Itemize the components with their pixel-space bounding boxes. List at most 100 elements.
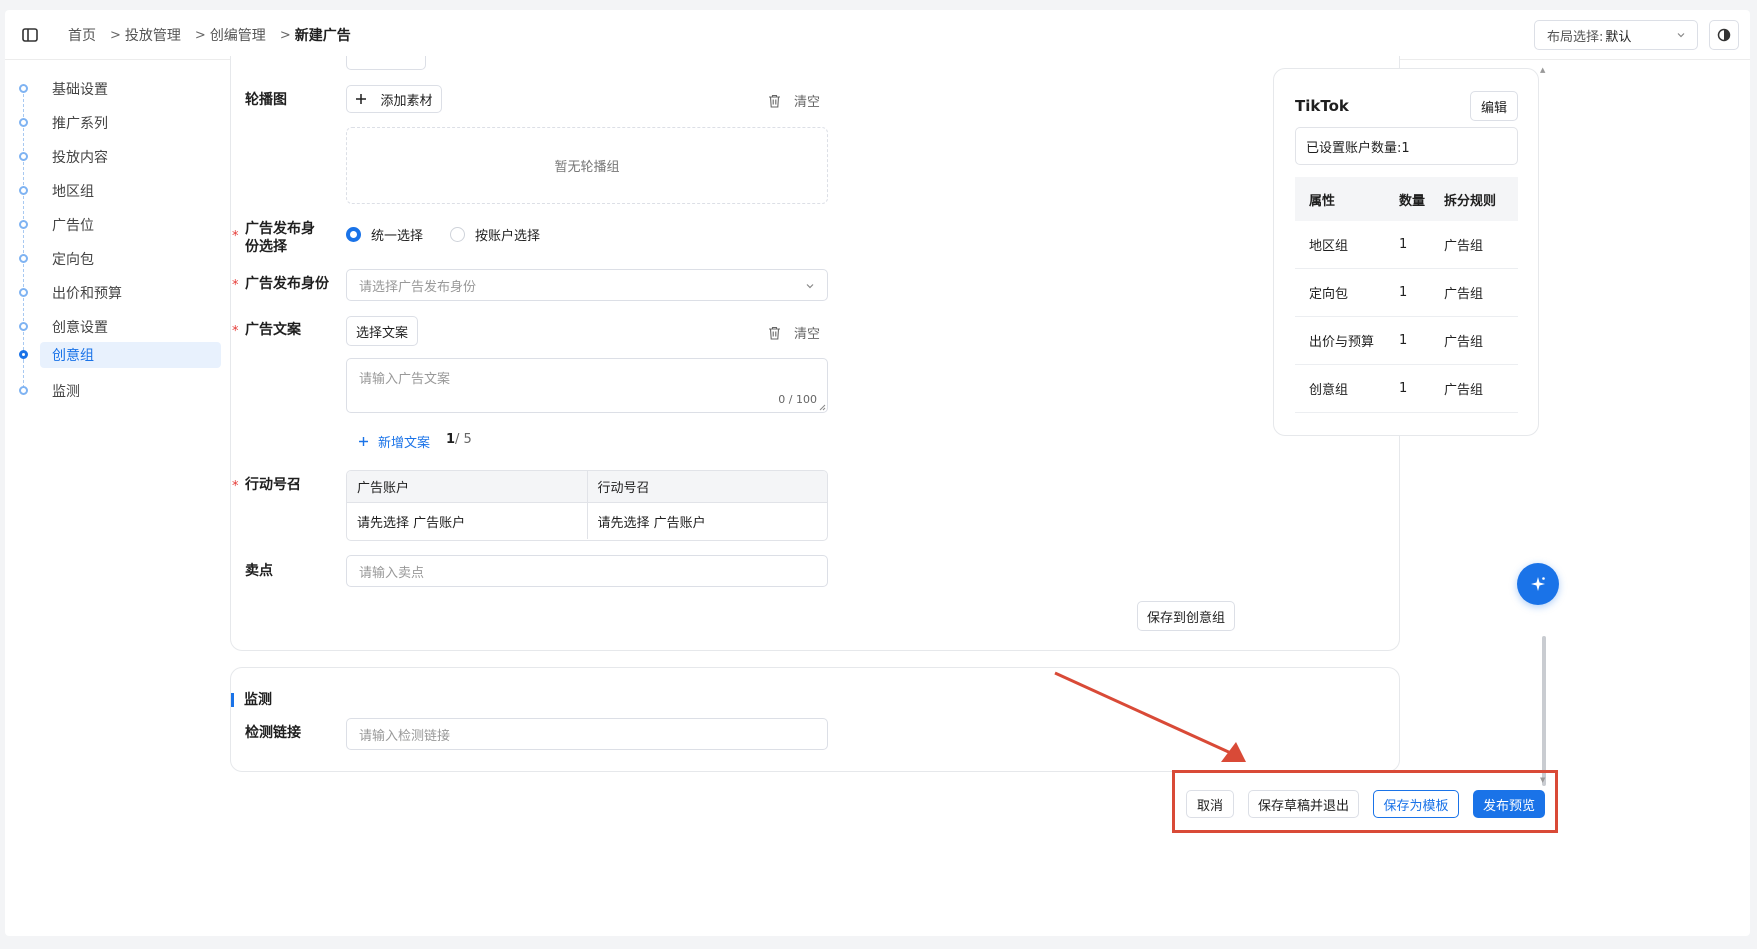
radio-per-account[interactable]: 按账户选择 (450, 225, 540, 244)
step-label: 广告位 (52, 218, 94, 234)
table-cell: 地区组 (1309, 239, 1349, 254)
required-mark: * (232, 324, 239, 339)
sidebar-toggle-icon[interactable] (21, 26, 39, 44)
table-cell: 1 (1399, 333, 1408, 348)
table-row: 地区组 1 广告组 (1295, 221, 1518, 269)
scroll-up-icon[interactable]: ▲ (1540, 66, 1545, 74)
identity-placeholder: 请选择广告发布身份 (359, 279, 477, 295)
table-cell: 广告组 (1444, 287, 1484, 302)
step-label: 创意设置 (52, 320, 108, 336)
step-basic[interactable]: 基础设置 (16, 70, 221, 122)
monitor-link-label: 检测链接 (245, 725, 301, 741)
step-creative-settings[interactable]: 创意设置 (16, 308, 221, 360)
radio-label: 按账户选择 (475, 229, 541, 244)
step-bidding[interactable]: 出价和预算 (16, 274, 221, 326)
table-row: 创意组 1 广告组 (1295, 365, 1518, 413)
step-targeting[interactable]: 定向包 (16, 240, 221, 292)
table-cell: 创意组 (1309, 383, 1349, 398)
save-draft-button[interactable]: 保存草稿并退出 (1248, 790, 1359, 818)
table-cell: 广告组 (1444, 335, 1484, 350)
step-creative-group[interactable]: 创意组 (19, 342, 221, 388)
step-placement[interactable]: 广告位 (16, 206, 221, 258)
step-dot (19, 84, 28, 93)
resize-grip-icon[interactable] (819, 404, 826, 411)
radio-unified[interactable]: 统一选择 (346, 225, 423, 244)
step-campaign[interactable]: 推广系列 (16, 104, 221, 156)
copy-label: 广告文案 (245, 322, 301, 338)
carousel-label: 轮播图 (245, 92, 287, 108)
step-label: 地区组 (52, 184, 94, 200)
table-header: 广告账户 行动号召 (347, 471, 827, 503)
account-summary-card: TikTok 编辑 已设置账户数量:1 属性 数量 拆分规则 地区组 1 广告组… (1273, 68, 1539, 436)
step-dot (19, 118, 28, 127)
step-label: 推广系列 (52, 116, 108, 132)
radio-dot (346, 227, 361, 242)
table-row: 定向包 1 广告组 (1295, 269, 1518, 317)
app: 首页 > 投放管理 > 创编管理 > 新建广告 布局选择: 默认 基础设置 推广… (0, 0, 1757, 949)
add-copy-label: 新增文案 (378, 436, 431, 451)
step-dot (19, 220, 28, 229)
selling-point-input[interactable]: 请输入卖点 (346, 555, 828, 587)
theme-toggle-button[interactable] (1709, 20, 1739, 50)
table-cell: 请先选择 广告账户 (357, 515, 466, 531)
plus-icon (359, 437, 368, 446)
copy-page-current: 1 (446, 432, 456, 447)
select-copy-button[interactable]: 选择文案 (346, 316, 418, 346)
sparkle-icon (1531, 577, 1545, 591)
step-label: 基础设置 (52, 82, 108, 98)
monitor-link-input[interactable]: 请输入检测链接 (346, 718, 828, 750)
table-cell: 1 (1399, 381, 1408, 396)
monitor-title: 监测 (231, 693, 272, 707)
selling-point-placeholder: 请输入卖点 (359, 565, 425, 581)
step-dot (19, 322, 28, 331)
header: 首页 > 投放管理 > 创编管理 > 新建广告 布局选择: 默认 (5, 10, 1750, 60)
column-header: 数量 (1399, 193, 1426, 209)
breadcrumb-separator: > (279, 27, 291, 43)
breadcrumb-creation[interactable]: 创编管理 (210, 25, 266, 45)
breadcrumb-separator: > (194, 27, 206, 43)
identity-mode-label: 广告发布身份选择 (245, 221, 315, 255)
annotation-arrow (1054, 671, 1246, 762)
layout-select[interactable]: 布局选择: 默认 (1534, 20, 1698, 50)
identity-select[interactable]: 请选择广告发布身份 (346, 269, 828, 301)
ai-assistant-button[interactable] (1517, 563, 1559, 605)
table-cell: 1 (1399, 285, 1408, 300)
trash-icon (769, 94, 780, 108)
split-rules-table: 属性 数量 拆分规则 地区组 1 广告组 定向包 1 广告组 出价与预算 1 广… (1295, 177, 1518, 413)
column-header: 广告账户 (357, 481, 410, 496)
copy-page-total: / 5 (455, 432, 472, 447)
step-region[interactable]: 地区组 (16, 172, 221, 224)
chevron-down-icon (806, 284, 814, 289)
copy-textarea[interactable]: 请输入广告文案 0 / 100 (346, 358, 828, 413)
table-cell: 广告组 (1444, 383, 1484, 398)
trash-icon (769, 326, 780, 340)
copy-clear-button[interactable]: 清空 (768, 323, 820, 342)
save-to-group-button[interactable]: 保存到创意组 (1137, 601, 1235, 631)
breadcrumb-home[interactable]: 首页 (68, 25, 96, 45)
add-copy-button[interactable]: 新增文案 (358, 432, 430, 451)
selling-point-label: 卖点 (245, 563, 273, 579)
step-monitor[interactable]: 监测 (16, 372, 221, 410)
required-mark: * (232, 479, 239, 494)
table-cell: 1 (1399, 237, 1408, 252)
radio-dot (450, 227, 465, 242)
copy-placeholder: 请输入广告文案 (359, 372, 451, 387)
radio-label: 统一选择 (371, 229, 424, 244)
step-content[interactable]: 投放内容 (16, 138, 221, 190)
scrollbar-thumb[interactable] (1542, 636, 1546, 786)
carousel-clear-button[interactable]: 清空 (768, 91, 820, 110)
publish-preview-button[interactable]: 发布预览 (1473, 790, 1545, 818)
edit-button[interactable]: 编辑 (1470, 91, 1518, 121)
table-header: 属性 数量 拆分规则 (1295, 177, 1518, 221)
table-row: 请先选择 广告账户 请先选择 广告账户 (347, 503, 827, 539)
add-material-button[interactable]: 添加素材 (346, 85, 442, 113)
cancel-button[interactable]: 取消 (1186, 790, 1234, 818)
clipped-button (346, 56, 426, 70)
save-template-button[interactable]: 保存为模板 (1373, 790, 1459, 818)
breadcrumb-delivery[interactable]: 投放管理 (125, 25, 181, 45)
clear-label: 清空 (794, 95, 821, 110)
cta-label: 行动号召 (245, 477, 301, 493)
required-mark: * (232, 278, 239, 293)
layout-select-label: 布局选择: (1547, 29, 1604, 45)
step-label: 创意组 (52, 348, 94, 364)
